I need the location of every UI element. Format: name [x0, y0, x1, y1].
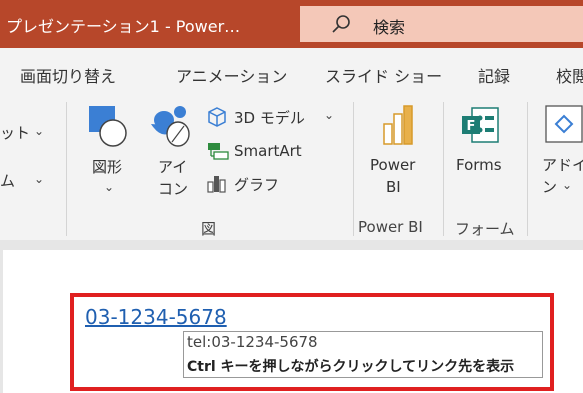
chevron-down-icon: ⌄	[324, 108, 335, 122]
icons-label-line1: アイ	[158, 158, 188, 176]
forms-button[interactable]: F Forms	[452, 104, 516, 194]
add-ins-button[interactable]: アドイ ン ⌄	[538, 104, 583, 204]
group-separator	[66, 102, 67, 236]
power-bi-label-line1: Power	[370, 156, 416, 174]
tab-transitions[interactable]: 画面切り替え	[20, 63, 116, 87]
svg-text:F: F	[467, 119, 476, 134]
group-power-bi-label: Power BI	[358, 218, 423, 236]
ribbon-left-item-1[interactable]: ット	[0, 122, 30, 143]
cube-icon	[208, 107, 226, 127]
3d-model-button[interactable]: 3D モデル ⌄	[206, 106, 346, 132]
chevron-down-icon: ⌄	[34, 124, 45, 138]
ribbon-tabs: 画面切り替え アニメーション スライド ショー 記録 校閲	[0, 48, 583, 98]
group-separator	[443, 102, 444, 236]
chevron-down-icon: ⌄	[34, 172, 45, 186]
tab-animations[interactable]: アニメーション	[176, 63, 287, 87]
tooltip-hint: Ctrl キーを押しながらクリックしてリンク先を表示	[187, 359, 515, 375]
smartart-button[interactable]: SmartArt	[206, 140, 326, 166]
ribbon: ット ⌄ ム ⌄ 図形 ⌄ アイ コン 3D モデル ⌄ SmartArt グラ…	[0, 98, 583, 241]
hyperlink-tooltip: tel:03-1234-5678 Ctrl キーを押しながらクリックしてリンク先…	[183, 331, 543, 378]
title-bar: プレゼンテーション1 - Power… 検索	[0, 0, 583, 48]
tab-record[interactable]: 記録	[478, 63, 510, 87]
search-icon	[332, 15, 350, 33]
add-ins-label-line2: ン	[542, 178, 558, 196]
shapes-label: 図形	[92, 158, 123, 176]
chart-label: グラフ	[234, 176, 280, 194]
power-bi-label-line2: BI	[386, 178, 401, 196]
phone-hyperlink[interactable]: 03-1234-5678	[85, 305, 227, 329]
group-separator	[353, 102, 354, 236]
shapes-button[interactable]: 図形 ⌄	[84, 104, 132, 204]
icons-button[interactable]: アイ コン	[148, 104, 196, 204]
chart-button[interactable]: グラフ	[206, 172, 306, 198]
ribbon-left-item-2[interactable]: ム	[0, 170, 15, 191]
group-illustrations-label: 図	[201, 220, 217, 238]
add-ins-icon	[545, 105, 583, 143]
chart-icon	[207, 176, 226, 193]
chevron-down-icon: ⌄	[104, 180, 115, 194]
power-bi-icon	[383, 105, 413, 145]
forms-icon: F	[462, 107, 499, 143]
smartart-label: SmartArt	[234, 142, 302, 160]
slide-editing-area: 03-1234-5678 tel:03-1234-5678 Ctrl キーを押し…	[0, 240, 583, 393]
tab-review[interactable]: 校閲	[556, 63, 583, 87]
3d-model-label: 3D モデル	[234, 109, 305, 127]
tooltip-url: tel:03-1234-5678	[187, 333, 318, 351]
window-title: プレゼンテーション1 - Power…	[6, 17, 241, 36]
power-bi-button[interactable]: Power BI	[366, 104, 430, 208]
group-forms-label: フォーム	[455, 220, 515, 238]
slide-canvas[interactable]: 03-1234-5678 tel:03-1234-5678 Ctrl キーを押し…	[3, 250, 583, 393]
tab-slideshow[interactable]: スライド ショー	[325, 63, 442, 87]
shapes-icon	[89, 106, 127, 147]
group-separator	[527, 102, 528, 236]
search-label: 検索	[373, 18, 406, 37]
forms-label: Forms	[456, 156, 502, 174]
add-ins-label-line1: アドイ	[542, 156, 583, 174]
search-box[interactable]: 検索	[300, 6, 583, 42]
chevron-down-icon: ⌄	[562, 178, 573, 192]
smartart-icon	[208, 143, 229, 160]
icons-icon	[151, 106, 190, 147]
icons-label-line2: コン	[158, 180, 189, 198]
